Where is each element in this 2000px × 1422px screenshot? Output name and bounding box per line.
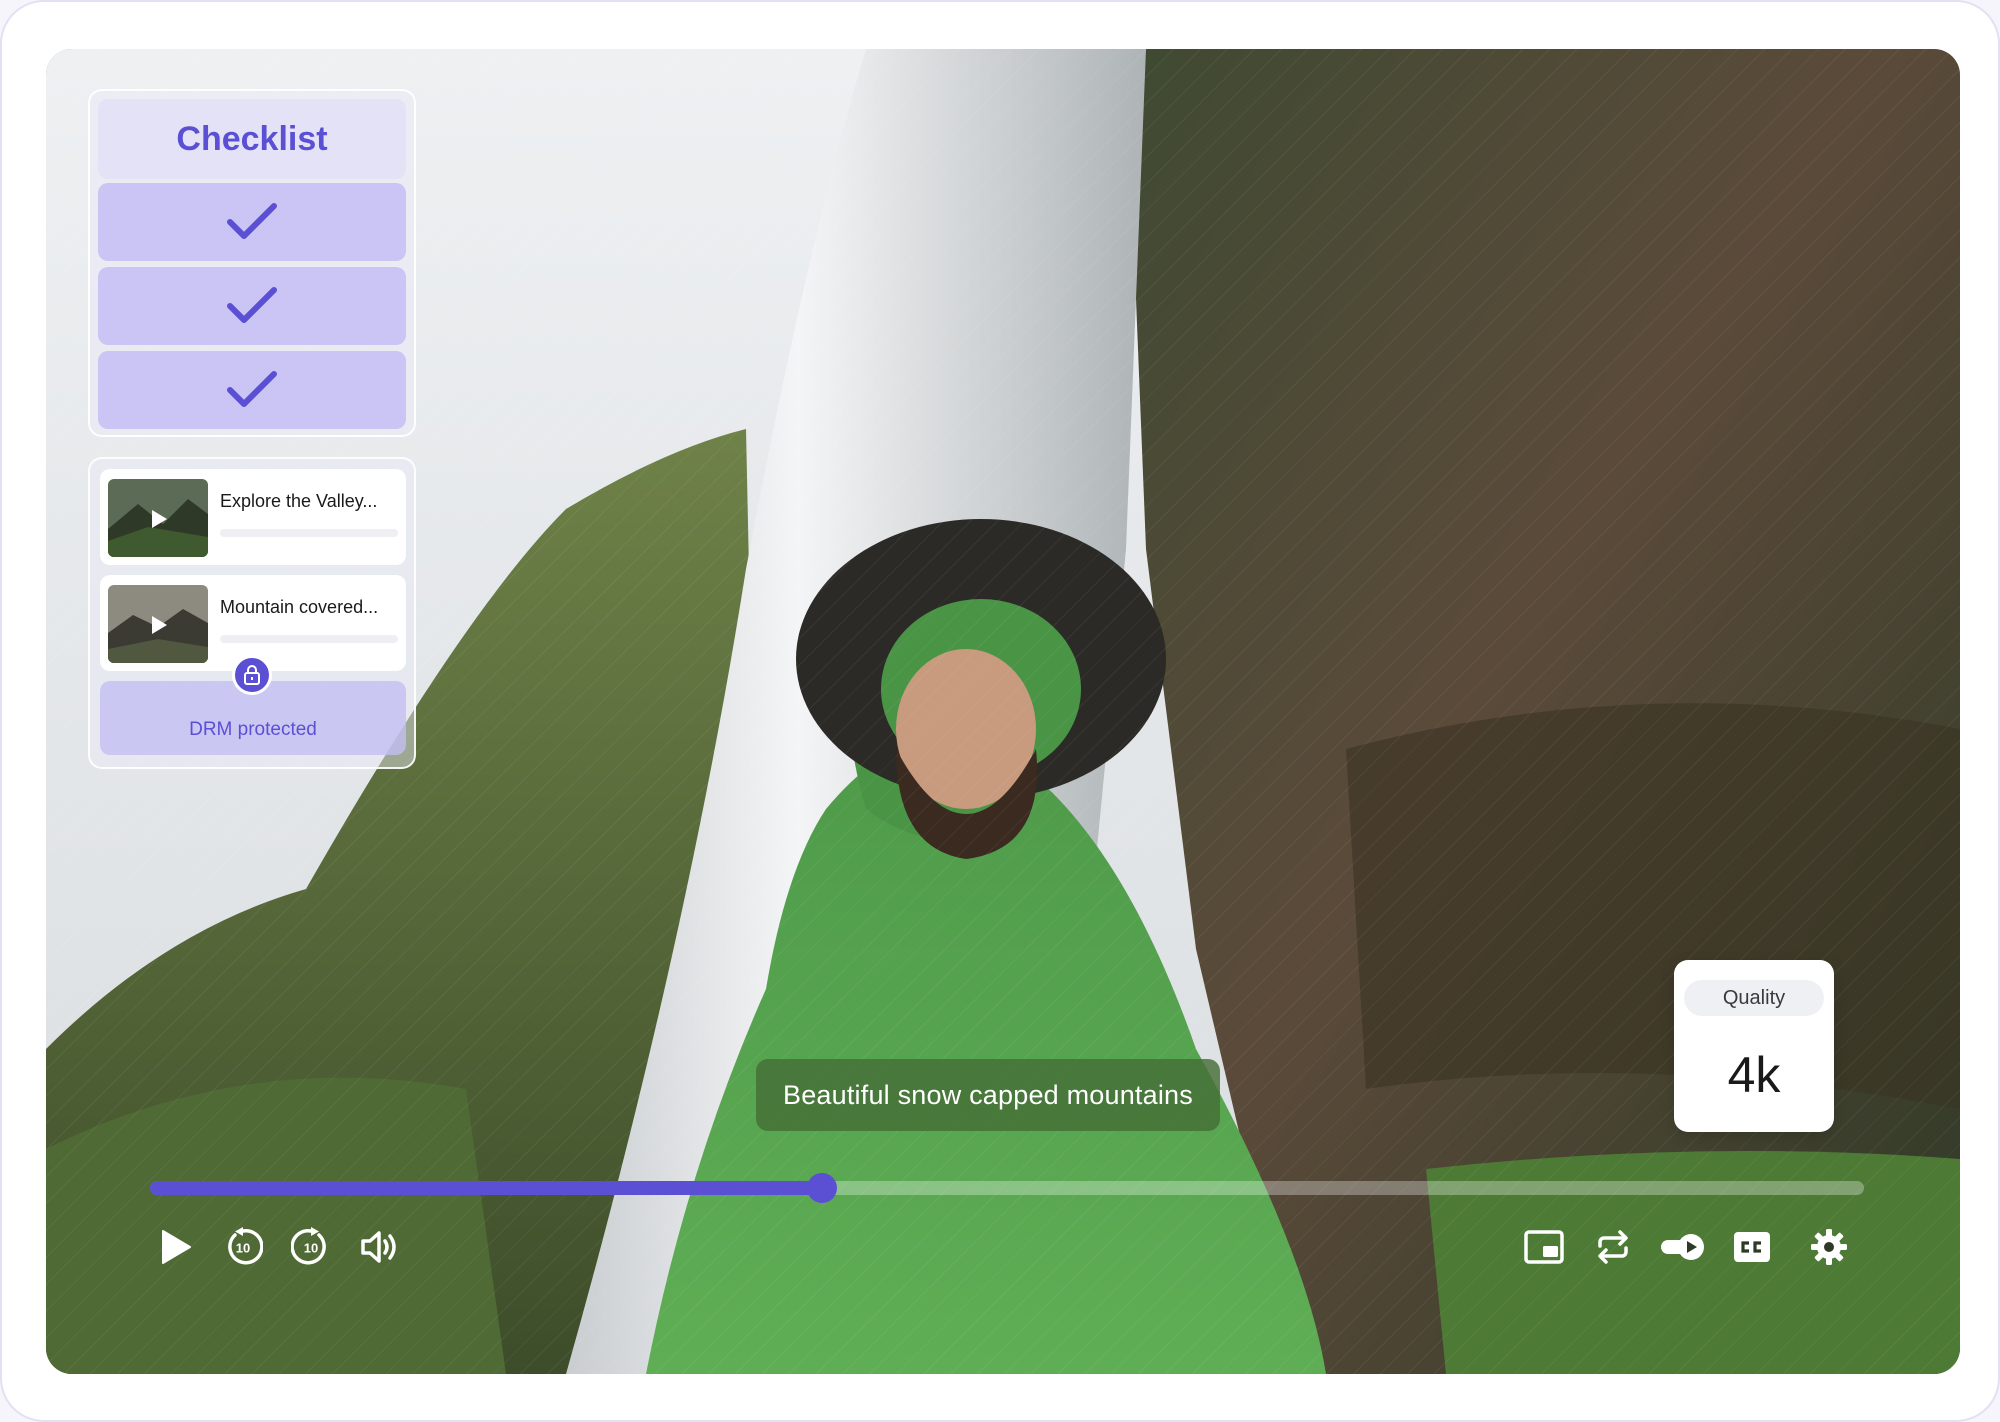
checklist-header: Checklist [98,99,406,179]
drm-label: DRM protected [189,719,317,740]
closed-captions-button[interactable] [1727,1222,1777,1272]
rewind-10-icon: 10 [228,1227,263,1265]
forward-10-icon: 10 [291,1227,326,1265]
subtitle-caption: Beautiful snow capped mountains [756,1059,1220,1131]
svg-text:10: 10 [236,1241,250,1256]
checklist-item[interactable] [98,351,406,429]
checklist-title: Checklist [176,119,328,158]
loop-button[interactable] [1588,1222,1638,1272]
video-thumbnail [108,585,208,663]
checklist-panel: Checklist [88,89,416,437]
volume-icon [361,1231,396,1263]
play-button[interactable] [151,1222,201,1272]
seek-bar[interactable] [150,1173,1864,1203]
quality-value: 4k [1727,1047,1781,1103]
playlist-item-progress [220,635,398,643]
volume-button[interactable] [355,1222,405,1272]
autoplay-icon [1661,1234,1704,1260]
svg-text:10: 10 [304,1241,318,1256]
checklist-item[interactable] [98,267,406,345]
lock-icon [232,655,272,695]
quality-label: Quality [1684,980,1824,1016]
app-frame: Checklist Explore the Valley... Mountain… [0,0,2000,1422]
playlist-panel: Explore the Valley... Mountain covered..… [88,457,416,769]
forward-10-button[interactable]: 10 [286,1222,336,1272]
playlist-item-progress [220,529,398,537]
play-icon [162,1230,191,1264]
seek-handle[interactable] [806,1173,837,1203]
settings-icon [1811,1229,1847,1265]
checkmark-icon [227,287,277,323]
play-icon [152,510,167,528]
play-icon [152,616,167,634]
quality-card[interactable]: Quality 4k [1674,960,1834,1132]
picture-in-picture-icon [1524,1230,1564,1264]
loop-icon [1598,1230,1628,1264]
checkmark-icon [227,371,277,407]
seek-bar-progress [150,1181,822,1195]
checklist-item[interactable] [98,183,406,261]
video-thumbnail [108,479,208,557]
settings-button[interactable] [1804,1222,1854,1272]
video-player[interactable]: Checklist Explore the Valley... Mountain… [46,49,1960,1374]
checkmark-icon [227,203,277,239]
picture-in-picture-button[interactable] [1519,1222,1569,1272]
autoplay-toggle[interactable] [1658,1222,1708,1272]
playlist-item[interactable]: Explore the Valley... [100,469,406,565]
closed-captions-icon [1734,1232,1770,1262]
rewind-10-button[interactable]: 10 [218,1222,268,1272]
playlist-item-title: Explore the Valley... [220,491,378,511]
playlist-item-title: Mountain covered... [220,597,379,617]
